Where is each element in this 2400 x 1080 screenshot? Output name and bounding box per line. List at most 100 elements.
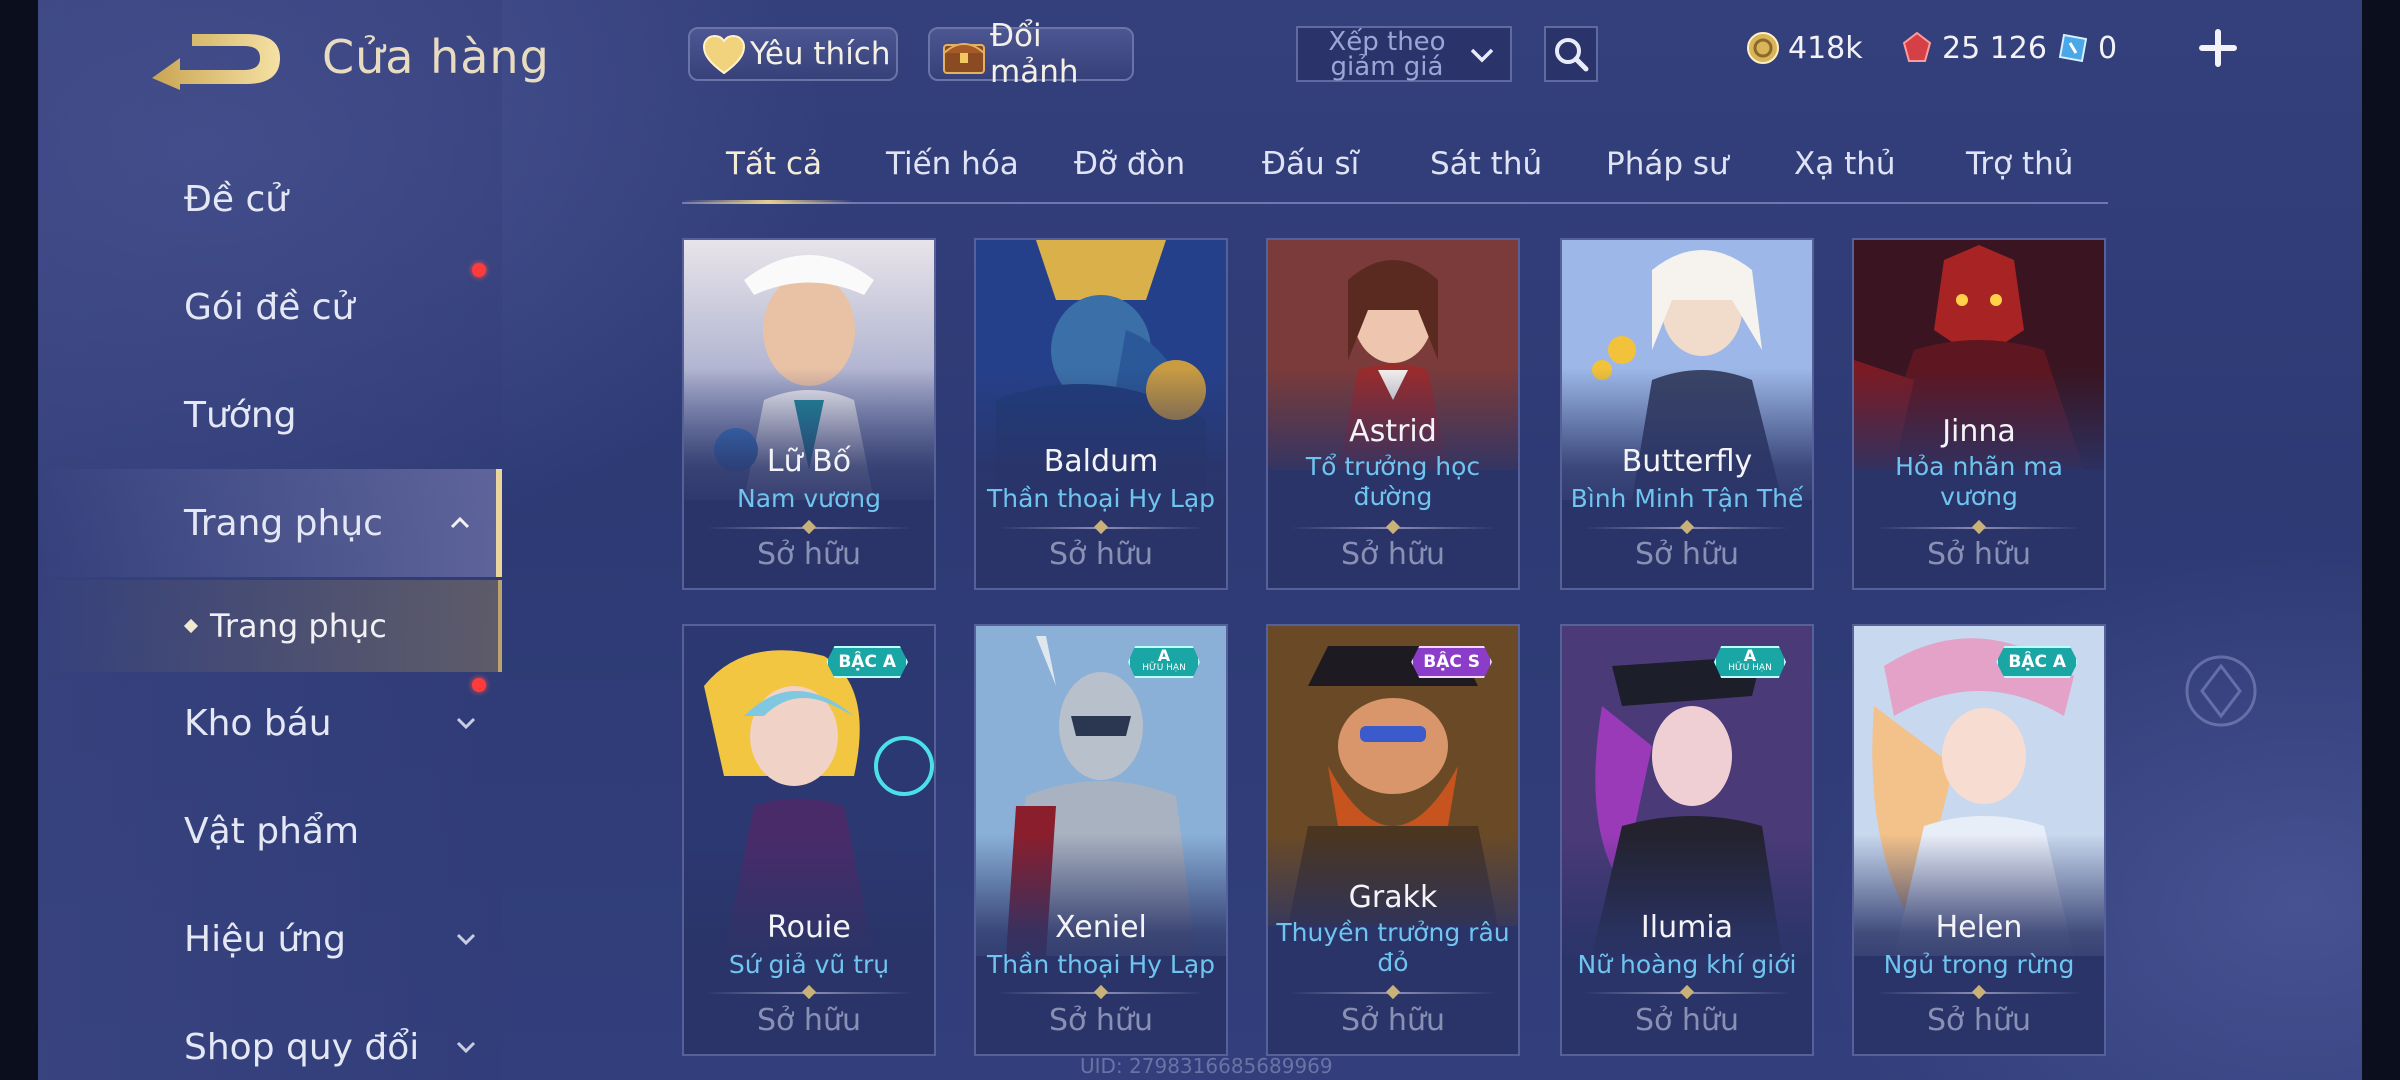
ownership-status: Sở hữu (1341, 1003, 1445, 1038)
tab-tank[interactable]: Đỡ đòn (1074, 146, 1185, 182)
voucher-balance: 25 126 (1900, 28, 2047, 68)
sidebar-subitem-skins[interactable]: Trang phục (38, 580, 502, 672)
sidebar-item-skins[interactable]: Trang phục (38, 469, 502, 577)
tier-badge-label: A (1743, 646, 1757, 665)
sidebar-item-recommended[interactable]: Đề cử (38, 145, 502, 253)
tier-badge-label: A (1157, 646, 1171, 665)
hero-name: Jinna (1942, 414, 2016, 449)
search-button[interactable] (1544, 26, 1598, 82)
skin-card[interactable]: A HỮU HẠN Xeniel Thần thoại Hy Lạp Sở hữ… (974, 624, 1228, 1056)
skin-card[interactable]: BẬC A Rouie Sứ giả vũ trụ Sở hữu (682, 624, 936, 1056)
tab-evolution[interactable]: Tiến hóa (886, 146, 1019, 182)
chevron-down-icon (456, 933, 476, 946)
hero-name: Helen (1935, 910, 2023, 945)
exchange-shards-button[interactable]: Đổi mảnh (928, 18, 1134, 90)
skin-card[interactable]: Astrid Tổ trưởng học đường Sở hữu (1266, 238, 1520, 590)
tab-marksman[interactable]: Xạ thủ (1794, 146, 1896, 182)
sidebar-item-label: Trang phục (184, 502, 383, 544)
sidebar-item-label: Kho báu (184, 702, 332, 744)
chevron-down-icon (456, 1041, 476, 1054)
skin-card[interactable]: Baldum Thần thoại Hy Lạp Sở hữu (974, 238, 1228, 590)
card-divider (706, 527, 912, 529)
limited-label: HỮU HẠN (1142, 663, 1186, 673)
chevron-up-icon (450, 516, 470, 529)
skin-name: Thần thoại Hy Lạp (986, 484, 1216, 513)
shop-screen: Cửa hàng Đề cử Gói đề cử Tướng Trang phụ… (0, 0, 2400, 1080)
card-divider (1584, 527, 1790, 529)
hero-name: Rouie (767, 910, 851, 945)
ownership-status: Sở hữu (757, 537, 861, 572)
sidebar-item-bundles[interactable]: Gói đề cử (38, 253, 502, 361)
skin-name: Nữ hoàng khí giới (1577, 950, 1797, 979)
voucher-amount: 25 126 (1942, 30, 2047, 66)
limited-badge: A HỮU HẠN (1128, 646, 1200, 678)
ownership-status: Sở hữu (1049, 537, 1153, 572)
ticket-balance: 0 (2056, 28, 2117, 68)
hero-name: Ilumia (1640, 910, 1734, 945)
active-tab-indicator (682, 200, 854, 204)
sidebar-item-label: Đề cử (184, 178, 289, 220)
sidebar-item-label: Shop quy đổi (184, 1026, 420, 1068)
notification-dot (472, 678, 486, 692)
skin-name: Ngủ trong rừng (1883, 950, 2075, 979)
tab-support[interactable]: Trợ thủ (1966, 146, 2073, 182)
user-id: UID: 2798316685689969 (1080, 1054, 1333, 1078)
sidebar-item-label: Gói đề cử (184, 286, 355, 328)
back-arrow-icon[interactable] (148, 28, 288, 94)
skin-name: Thần thoại Hy Lạp (986, 950, 1216, 979)
ownership-status: Sở hữu (1635, 537, 1739, 572)
skin-name: Nam vương (737, 484, 881, 513)
sort-dropdown[interactable]: Xếp theo giảm giá (1296, 26, 1512, 82)
sidebar-item-heroes[interactable]: Tướng (38, 361, 502, 469)
skin-card[interactable]: A HỮU HẠN Ilumia Nữ hoàng khí giới Sở hữ… (1560, 624, 1814, 1056)
ownership-status: Sở hữu (1341, 537, 1445, 572)
left-bezel (0, 0, 38, 1080)
floating-diamond-icon[interactable] (2184, 654, 2258, 728)
skin-name: Tổ trưởng học đường (1305, 452, 1481, 511)
hero-name: Astrid (1349, 414, 1437, 449)
tier-badge: BẬC A (826, 646, 908, 678)
skin-card[interactable]: BẬC A Helen Ngủ trong rừng Sở hữu (1852, 624, 2106, 1056)
hero-name: Grakk (1348, 880, 1438, 915)
favorites-label: Yêu thích (750, 36, 891, 72)
gold-balance: 418k (1746, 28, 1863, 68)
sidebar-item-exchange-shop[interactable]: Shop quy đổi (38, 993, 502, 1080)
ticket-amount: 0 (2098, 30, 2118, 66)
skin-card[interactable]: Jinna Hỏa nhãn ma vương Sở hữu (1852, 238, 2106, 590)
sort-label: Xếp theo giảm giá (1328, 27, 1446, 82)
skin-name: Hỏa nhãn ma vương (1895, 452, 2063, 511)
card-divider (1584, 992, 1790, 994)
tab-fighter[interactable]: Đấu sĩ (1262, 146, 1359, 182)
limited-label: HỮU HẠN (1728, 663, 1772, 673)
treasure-chest-icon (943, 43, 985, 74)
gold-coin-icon (1747, 32, 1779, 64)
skin-name: Sứ giả vũ trụ (728, 950, 890, 979)
chevron-down-icon (1470, 48, 1494, 63)
sidebar-item-treasure[interactable]: Kho báu (38, 669, 502, 777)
chevron-down-icon (456, 717, 476, 730)
card-divider (1290, 992, 1496, 994)
sidebar-item-label: Vật phẩm (184, 810, 360, 852)
skin-card[interactable]: Butterfly Bình Minh Tận Thế Sở hữu (1560, 238, 1814, 590)
sidebar-item-items[interactable]: Vật phẩm (38, 777, 502, 885)
exchange-label: Đổi mảnh (990, 18, 1079, 90)
hero-name: Butterfly (1621, 444, 1753, 479)
favorites-button[interactable]: Yêu thích (688, 27, 898, 81)
tab-mage[interactable]: Pháp sư (1606, 146, 1729, 182)
tier-badge-label: BẬC A (838, 652, 896, 672)
tab-assassin[interactable]: Sát thủ (1430, 146, 1542, 182)
heart-icon (702, 34, 746, 75)
hero-name: Xeniel (1055, 910, 1147, 945)
plus-icon[interactable] (2194, 24, 2242, 72)
tier-badge: BẬC S (1411, 646, 1492, 678)
ownership-status: Sở hữu (757, 1003, 861, 1038)
card-divider (998, 527, 1204, 529)
sidebar-subitem-label: Trang phục (210, 607, 387, 645)
skin-card[interactable]: BẬC S Grakk Thuyền trưởng râu đỏ Sở hữu (1266, 624, 1520, 1056)
sidebar-item-effects[interactable]: Hiệu ứng (38, 885, 502, 993)
hero-name: Baldum (1043, 444, 1159, 479)
skin-card[interactable]: Lữ Bố Nam vương Sở hữu (682, 238, 936, 590)
tier-badge: BẬC A (1996, 646, 2078, 678)
category-tabs: Tất cả Tiến hóa Đỡ đòn Đấu sĩ Sát thủ Ph… (682, 140, 2108, 204)
tab-all[interactable]: Tất cả (726, 146, 822, 182)
